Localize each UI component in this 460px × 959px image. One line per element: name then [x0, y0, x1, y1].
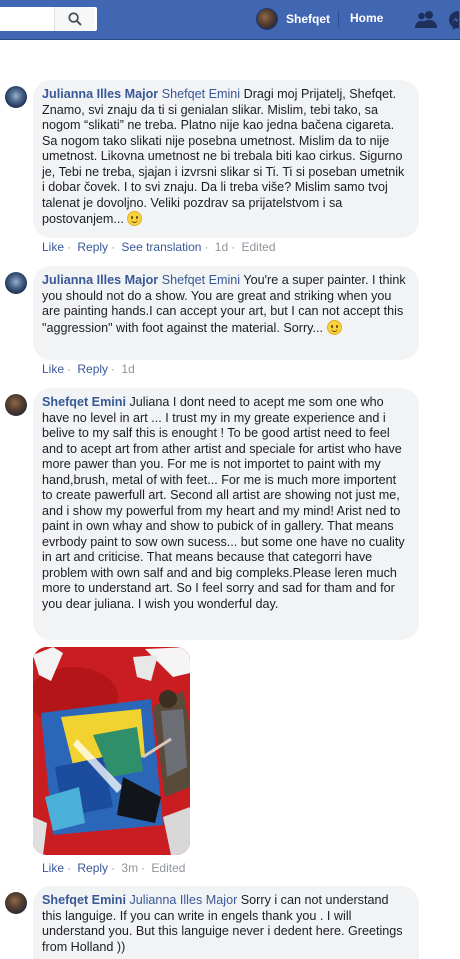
comment-bubble: Shefqet Emini Julianna Illes Major Sorry… — [33, 886, 419, 959]
messages-icon[interactable] — [449, 10, 460, 30]
search-icon — [67, 12, 82, 26]
comment-actions: Like · Reply · 1d — [42, 362, 135, 376]
avatar[interactable] — [5, 86, 27, 108]
like-link[interactable]: Like — [42, 240, 64, 254]
avatar[interactable] — [5, 394, 27, 416]
profile-name: Shefqet — [286, 12, 331, 26]
comment-time[interactable]: 1d — [215, 240, 228, 254]
comment-bubble: Julianna Illes Major Shefqet Emini You'r… — [33, 266, 419, 360]
reply-link[interactable]: Reply — [77, 861, 108, 875]
comment-actions: Like · Reply · See translation · 1d · Edited — [42, 240, 276, 254]
comment-text: Juliana I dont need to acept me som one … — [42, 395, 405, 611]
smile-emoji-icon — [326, 319, 342, 335]
avatar — [256, 8, 278, 30]
profile-link[interactable]: Shefqet — [256, 7, 330, 31]
reply-link[interactable]: Reply — [77, 240, 108, 254]
comment-author[interactable]: Julianna Illes Major — [42, 87, 158, 101]
comment-author[interactable]: Shefqet Emini — [42, 893, 126, 907]
see-translation-link[interactable]: See translation — [121, 240, 201, 254]
search-input[interactable] — [0, 7, 97, 31]
comment-bubble: Shefqet Emini Juliana I dont need to ace… — [33, 388, 419, 640]
smile-emoji-icon — [127, 211, 143, 226]
comment-author[interactable]: Julianna Illes Major — [42, 273, 158, 287]
like-link[interactable]: Like — [42, 861, 64, 875]
comment-time[interactable]: 3m — [121, 861, 138, 875]
divider — [338, 11, 339, 27]
edited-label[interactable]: Edited — [242, 240, 276, 254]
home-link[interactable]: Home — [350, 11, 383, 25]
comment-bubble: Julianna Illes Major Shefqet Emini Dragi… — [33, 80, 419, 238]
search-button[interactable] — [54, 7, 94, 31]
comment-tag[interactable]: Shefqet Emini — [162, 273, 240, 287]
comment-text: Dragi moj Prijatelj, Shefqet. Znamo, svi… — [42, 87, 405, 226]
friends-icon[interactable] — [414, 9, 438, 29]
comment-tag[interactable]: Julianna Illes Major — [129, 893, 237, 907]
reply-link[interactable]: Reply — [77, 362, 108, 376]
comment-tag[interactable]: Shefqet Emini — [162, 87, 240, 101]
painting-photo[interactable] — [33, 647, 190, 855]
comment-time[interactable]: 1d — [121, 362, 134, 376]
comment-actions: Like · Reply · 3m · Edited — [42, 861, 186, 875]
top-navigation-bar: Shefqet Home — [0, 0, 460, 40]
like-link[interactable]: Like — [42, 362, 64, 376]
painting-image — [33, 647, 190, 855]
avatar[interactable] — [5, 272, 27, 294]
comment-author[interactable]: Shefqet Emini — [42, 395, 126, 409]
edited-label[interactable]: Edited — [151, 861, 185, 875]
avatar[interactable] — [5, 892, 27, 914]
